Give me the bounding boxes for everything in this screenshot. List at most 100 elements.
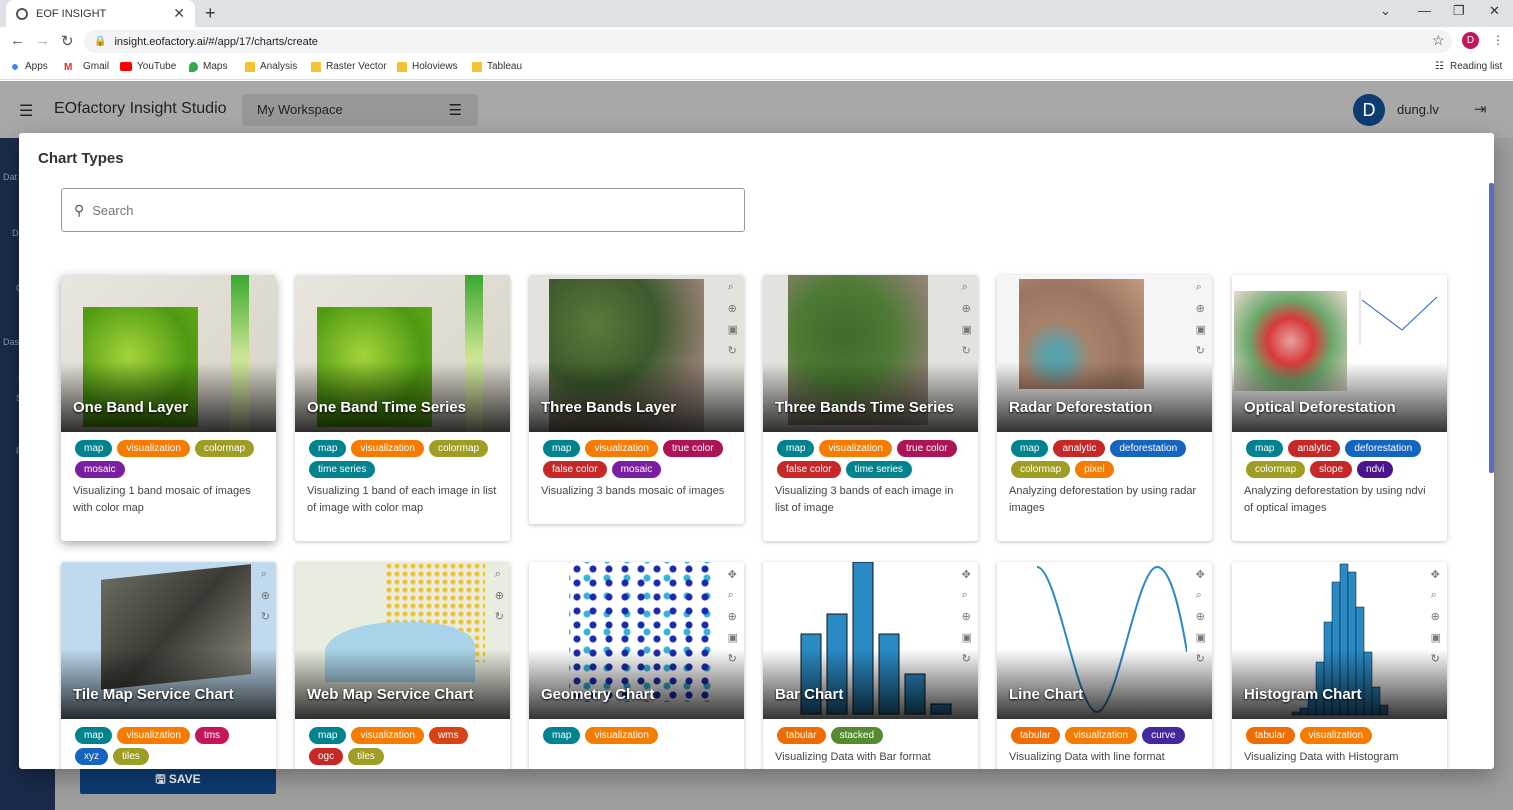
tag-chip: tiles: [348, 748, 384, 765]
save-icon[interactable]: ▣: [728, 323, 738, 336]
close-window-button[interactable]: ✕: [1489, 3, 1500, 19]
tab-search-icon[interactable]: ⌄: [1380, 3, 1391, 19]
pan-icon[interactable]: ✥: [1196, 568, 1206, 581]
maps-pin-icon: [189, 61, 198, 72]
pan-icon[interactable]: ✥: [728, 568, 738, 581]
card-description: Visualizing 1 band of each image in list…: [307, 485, 497, 514]
chart-card-one-band-time-series[interactable]: One Band Time Series map visualization c…: [295, 275, 510, 541]
save-icon[interactable]: ▣: [1196, 631, 1206, 644]
save-icon[interactable]: ▣: [962, 323, 972, 336]
profile-avatar[interactable]: D: [1462, 32, 1479, 49]
chart-toolbar: ⌕ ⊕ ▣ ↻: [962, 281, 972, 357]
user-avatar[interactable]: D: [1353, 94, 1385, 126]
bookmark-maps[interactable]: Maps: [189, 61, 227, 72]
bookmark-star-icon[interactable]: ☆: [1432, 32, 1445, 49]
pan-icon[interactable]: ✥: [962, 568, 972, 581]
card-description: Visualizing 3 bands mosaic of images: [541, 485, 725, 497]
logout-icon[interactable]: ⇥: [1474, 100, 1487, 118]
bookmark-analysis[interactable]: Analysis: [245, 61, 297, 72]
wheel-zoom-icon[interactable]: ⊕: [728, 610, 738, 623]
restore-button[interactable]: ❐: [1453, 3, 1465, 19]
wheel-zoom-icon[interactable]: ⊕: [962, 610, 972, 623]
zoom-icon[interactable]: ⌕: [962, 281, 972, 294]
scrollbar[interactable]: [1489, 183, 1494, 473]
wheel-zoom-icon[interactable]: ⊕: [1196, 302, 1206, 315]
zoom-icon[interactable]: ⌕: [728, 589, 738, 602]
card-description: Visualizing 3 bands of each image in lis…: [775, 485, 954, 514]
save-icon[interactable]: ▣: [1431, 631, 1441, 644]
chart-card-three-bands-layer[interactable]: ⌕ ⊕ ▣ ↻ Three Bands Layer map visualization…: [529, 275, 744, 524]
wheel-zoom-icon[interactable]: ⊕: [962, 302, 972, 315]
bookmark-apps[interactable]: Apps: [10, 61, 48, 72]
zoom-icon[interactable]: ⌕: [962, 589, 972, 602]
folder-icon: [311, 61, 321, 72]
workspace-selector[interactable]: My Workspace ☰: [242, 94, 478, 126]
reading-list[interactable]: ☷ Reading list: [1435, 61, 1502, 72]
chart-card-one-band-layer[interactable]: One Band Layer map visualization colorma…: [61, 275, 276, 541]
card-tags: map visualization: [529, 719, 744, 744]
tag-chip: time series: [309, 461, 376, 478]
wheel-zoom-icon[interactable]: ⊕: [495, 589, 504, 602]
forward-icon[interactable]: →: [35, 32, 50, 49]
close-tab-icon[interactable]: ✕: [173, 5, 185, 22]
chart-card-histogram[interactable]: ✥⌕⊕▣↻ Histogram Chart tabular visualizat…: [1232, 562, 1447, 769]
chart-card-three-bands-time-series[interactable]: ⌕ ⊕ ▣ ↻ Three Bands Time Series map visuali…: [763, 275, 978, 541]
save-icon[interactable]: ▣: [1196, 323, 1206, 336]
tag-chip: map: [543, 727, 581, 744]
chart-card-line[interactable]: ✥⌕⊕▣↻ Line Chart tabular visualization c…: [997, 562, 1212, 769]
tag-chip: visualization: [819, 440, 892, 457]
zoom-icon[interactable]: ⌕: [1431, 589, 1441, 602]
card-tags: map analytic deforestation colormap pixe…: [997, 432, 1212, 478]
tag-chip: visualization: [1064, 727, 1138, 744]
reset-icon[interactable]: ↻: [495, 610, 504, 623]
tag-chip: visualization: [117, 727, 190, 744]
tag-chip: false color: [543, 461, 607, 478]
hamburger-menu-icon[interactable]: ☰: [19, 101, 33, 121]
minimize-button[interactable]: —: [1418, 3, 1431, 18]
wheel-zoom-icon[interactable]: ⊕: [261, 589, 270, 602]
chart-card-geometry[interactable]: ✥⌕⊕▣↻ Geometry Chart map visualization: [529, 562, 744, 769]
bookmark-raster-vector[interactable]: Raster Vector: [311, 61, 387, 72]
chart-card-tile-map-service[interactable]: ⌕ ⊕ ↻ Tile Map Service Chart map visualiza…: [61, 562, 276, 769]
bookmark-gmail[interactable]: M Gmail: [64, 61, 109, 73]
card-description: Analyzing deforestation by using radar i…: [1009, 485, 1197, 514]
bookmark-tableau[interactable]: Tableau: [472, 61, 522, 72]
tag-chip: mosaic: [611, 461, 662, 478]
reset-icon[interactable]: ↻: [962, 344, 972, 357]
save-icon[interactable]: ▣: [962, 631, 972, 644]
wheel-zoom-icon[interactable]: ⊕: [1431, 610, 1441, 623]
browser-tab[interactable]: EOF INSIGHT ✕: [6, 0, 195, 27]
wheel-zoom-icon[interactable]: ⊕: [728, 302, 738, 315]
zoom-icon[interactable]: ⌕: [728, 281, 738, 294]
tag-chip: time series: [845, 461, 912, 478]
chart-card-web-map-service[interactable]: ⌕ ⊕ ↻ Web Map Service Chart map visualizat…: [295, 562, 510, 769]
reset-icon[interactable]: ↻: [728, 344, 738, 357]
reload-icon[interactable]: ↻: [61, 32, 74, 50]
chart-toolbar: ⌕ ⊕ ↻: [495, 568, 504, 623]
bookmark-youtube[interactable]: YouTube: [120, 61, 176, 72]
wheel-zoom-icon[interactable]: ⊕: [1196, 610, 1206, 623]
reset-icon[interactable]: ↻: [261, 610, 270, 623]
zoom-icon[interactable]: ⌕: [1196, 589, 1206, 602]
zoom-icon[interactable]: ⌕: [1196, 281, 1206, 294]
chart-card-radar-deforestation[interactable]: ⌕ ⊕ ▣ ↻ Radar Deforestation map analytic de…: [997, 275, 1212, 541]
bookmark-holoviews[interactable]: Holoviews: [397, 61, 458, 72]
card-thumbnail: One Band Time Series: [295, 275, 510, 432]
back-icon[interactable]: ←: [10, 32, 25, 49]
search-box[interactable]: ⚲: [61, 188, 745, 232]
tag-chip: analytic: [1053, 440, 1106, 457]
list-icon[interactable]: ☰: [449, 101, 462, 119]
tag-chip: tabular: [1011, 727, 1060, 744]
chart-card-optical-deforestation[interactable]: Optical Deforestation map analytic defor…: [1232, 275, 1447, 541]
url-field[interactable]: 🔒 insight.eofactory.ai/#/app/17/charts/c…: [84, 30, 1452, 53]
card-title: Line Chart: [1009, 686, 1084, 703]
chart-card-bar[interactable]: ✥⌕⊕▣↻ Bar Chart tabular stacked Visualiz…: [763, 562, 978, 769]
save-icon[interactable]: ▣: [728, 631, 738, 644]
zoom-icon[interactable]: ⌕: [495, 568, 504, 581]
zoom-icon[interactable]: ⌕: [261, 568, 270, 581]
reset-icon[interactable]: ↻: [1196, 344, 1206, 357]
new-tab-button[interactable]: +: [205, 3, 216, 24]
browser-menu-icon[interactable]: ⋮: [1492, 33, 1504, 47]
pan-icon[interactable]: ✥: [1431, 568, 1441, 581]
search-input[interactable]: [92, 202, 693, 218]
